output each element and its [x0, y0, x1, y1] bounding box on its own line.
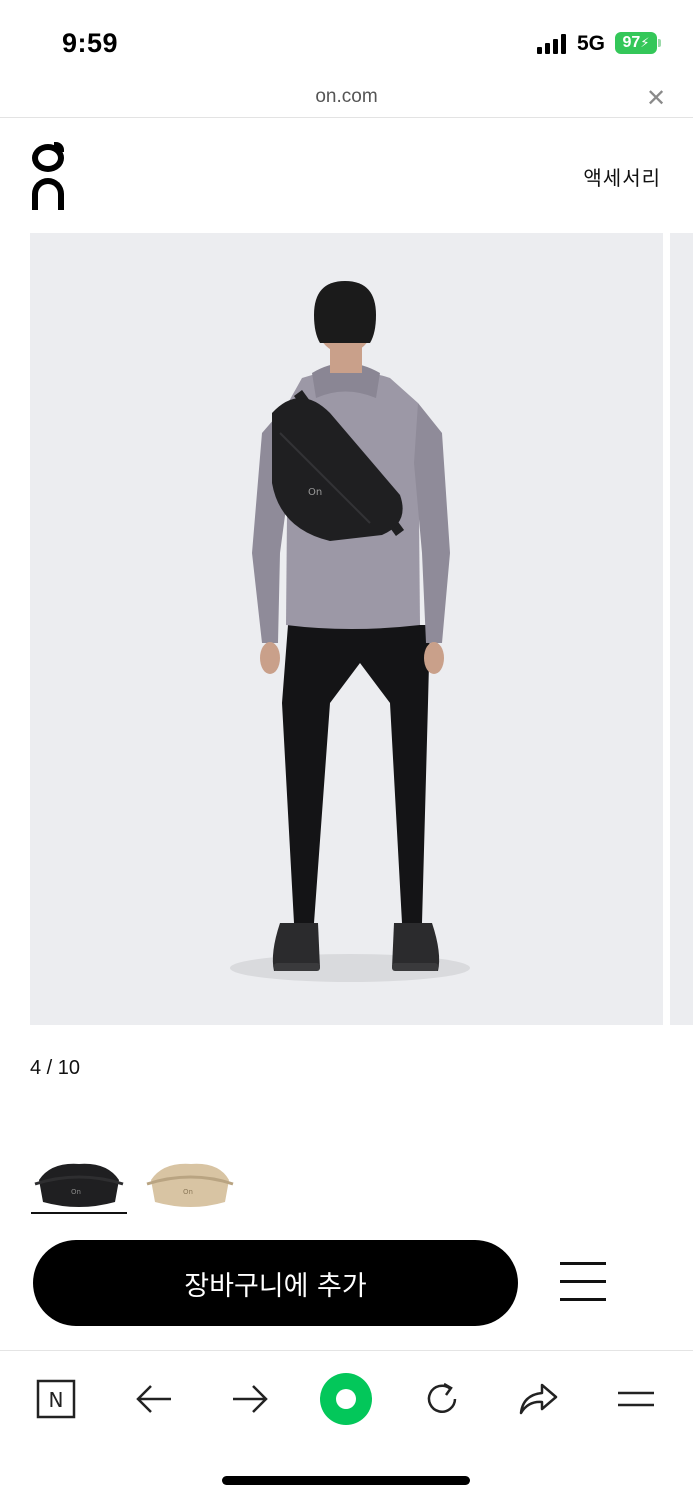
green-circle-icon[interactable]: [318, 1371, 374, 1427]
status-bar: 9:59 5G 97 ⚡: [0, 0, 693, 80]
add-to-cart-button[interactable]: 장바구니에 추가: [33, 1240, 518, 1326]
svg-text:On: On: [71, 1188, 81, 1196]
svg-text:On: On: [308, 487, 322, 498]
hamburger-menu-icon[interactable]: [560, 1262, 606, 1302]
charging-bolt-icon: ⚡: [640, 35, 650, 50]
product-image[interactable]: On: [30, 233, 663, 1025]
back-arrow-icon[interactable]: [126, 1371, 182, 1427]
svg-text:On: On: [183, 1188, 193, 1196]
color-swatch-black[interactable]: On: [31, 1150, 127, 1214]
color-swatch-sand[interactable]: On: [139, 1150, 235, 1214]
image-counter: 4 / 10: [30, 1057, 81, 1079]
on-logo[interactable]: [32, 142, 66, 210]
home-indicator: [222, 1476, 470, 1485]
next-image-peek[interactable]: [670, 233, 693, 1025]
battery-nub: [658, 39, 661, 47]
menu-icon[interactable]: [608, 1371, 664, 1427]
share-icon[interactable]: [510, 1371, 566, 1427]
model-wearing-bag-image: On: [230, 281, 470, 982]
battery-level: 97: [622, 34, 641, 51]
status-time: 9:59: [62, 28, 119, 58]
sand-bag-thumbnail: On: [146, 1163, 234, 1207]
naver-home-icon[interactable]: N: [28, 1371, 84, 1427]
close-icon[interactable]: ✕: [646, 84, 666, 113]
category-link[interactable]: 액세서리: [583, 162, 661, 191]
black-bag-thumbnail: On: [34, 1163, 124, 1207]
naver-label: N: [49, 1388, 64, 1412]
reload-icon[interactable]: [414, 1371, 470, 1427]
cellular-signal-icon: [537, 34, 569, 54]
url-domain[interactable]: on.com: [0, 86, 693, 108]
forward-arrow-icon[interactable]: [222, 1371, 278, 1427]
network-type: 5G: [577, 32, 606, 55]
battery-icon: 97 ⚡: [615, 32, 657, 54]
url-bar[interactable]: on.com ✕: [0, 80, 693, 118]
